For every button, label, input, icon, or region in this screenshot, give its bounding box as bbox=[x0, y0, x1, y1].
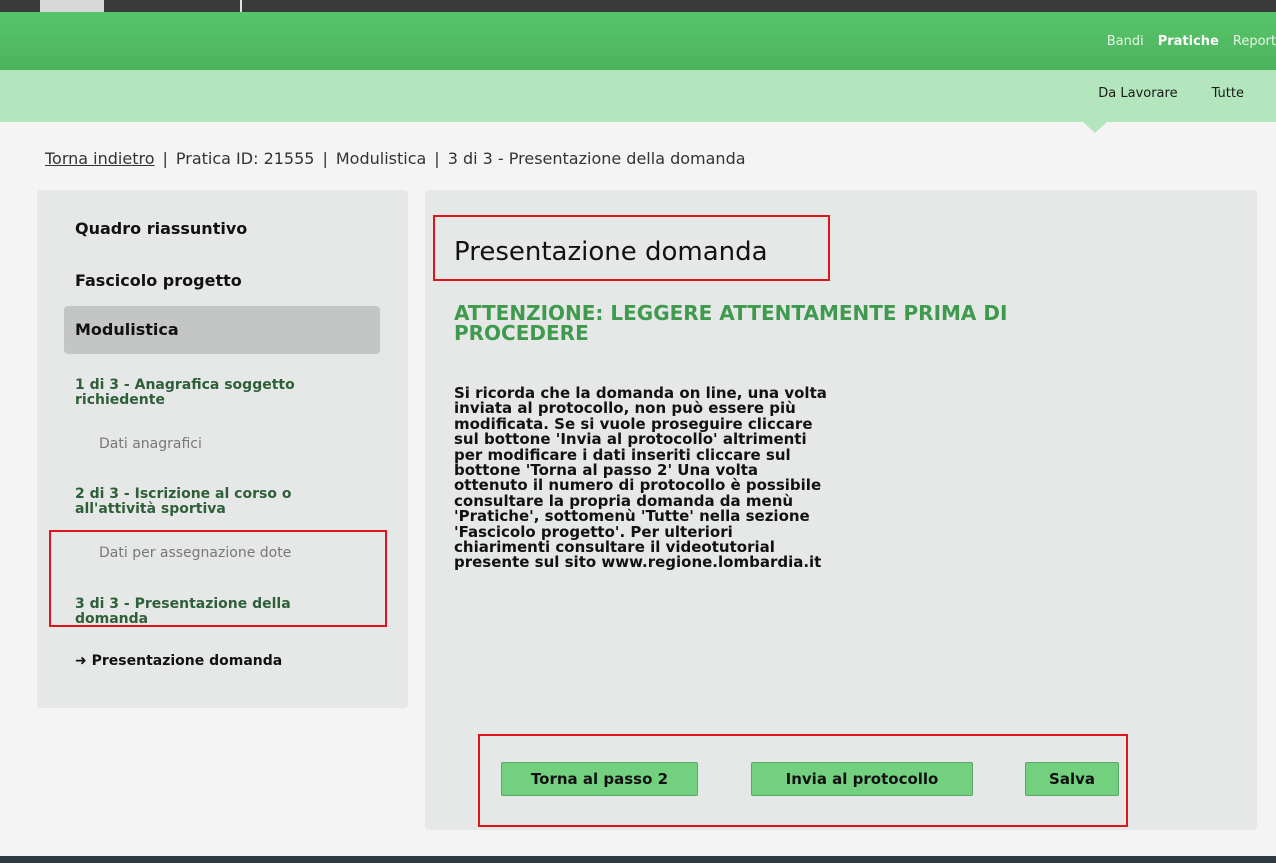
instructions-text: Si ricorda che la domanda on line, una v… bbox=[454, 384, 827, 572]
sidebar-step-2[interactable]: 2 di 3 - Iscrizione al corso o all'attiv… bbox=[75, 487, 355, 517]
highlight-box-buttons bbox=[478, 734, 1128, 827]
breadcrumb-pratica: Pratica ID: 21555 bbox=[175, 149, 315, 168]
active-caret-icon bbox=[1083, 122, 1107, 133]
subnav-item-da-lavorare[interactable]: Da Lavorare bbox=[1098, 86, 1177, 101]
nav-item-report[interactable]: Report bbox=[1233, 34, 1276, 49]
breadcrumb-separator: | bbox=[434, 149, 440, 168]
main-nav: Bandi Pratiche Report bbox=[1107, 34, 1276, 49]
sub-nav-bar bbox=[0, 70, 1276, 122]
sidebar-current-item[interactable]: ➜ Presentazione domanda bbox=[75, 653, 282, 669]
top-strip bbox=[0, 0, 1276, 12]
breadcrumb-section: Modulistica bbox=[335, 149, 427, 168]
sidebar-item-fascicolo[interactable]: Fascicolo progetto bbox=[75, 271, 242, 290]
sidebar-substep-dati-anagrafici[interactable]: Dati anagrafici bbox=[99, 436, 202, 452]
sidebar-item-modulistica[interactable]: Modulistica bbox=[64, 306, 380, 354]
breadcrumb-step: 3 di 3 - Presentazione della domanda bbox=[447, 149, 746, 168]
nav-item-pratiche[interactable]: Pratiche bbox=[1158, 34, 1219, 49]
footer-bar bbox=[0, 856, 1276, 863]
sub-nav: Da Lavorare Tutte bbox=[1098, 86, 1244, 101]
sidebar-current-label: Presentazione domanda bbox=[91, 653, 283, 669]
header-bar bbox=[0, 12, 1276, 70]
subnav-item-tutte[interactable]: Tutte bbox=[1212, 86, 1244, 101]
back-link[interactable]: Torna indietro bbox=[45, 149, 155, 168]
highlight-box-title bbox=[433, 215, 830, 281]
sidebar-item-quadro[interactable]: Quadro riassuntivo bbox=[75, 219, 247, 238]
top-strip-tab[interactable] bbox=[40, 0, 104, 12]
breadcrumb-separator: | bbox=[162, 149, 168, 168]
breadcrumb-separator: | bbox=[322, 149, 328, 168]
nav-item-bandi[interactable]: Bandi bbox=[1107, 34, 1144, 49]
top-strip-divider bbox=[240, 0, 242, 12]
highlight-box-sidebar bbox=[49, 530, 387, 627]
sidebar: Quadro riassuntivo Fascicolo progetto Mo… bbox=[37, 190, 408, 708]
sidebar-step-1[interactable]: 1 di 3 - Anagrafica soggetto richiedente bbox=[75, 378, 355, 408]
sidebar-item-modulistica-label: Modulistica bbox=[75, 320, 179, 339]
warning-heading: ATTENZIONE: LEGGERE ATTENTAMENTE PRIMA D… bbox=[454, 301, 1008, 345]
breadcrumb: Torna indietro | Pratica ID: 21555 | Modulis… bbox=[45, 149, 746, 168]
arrow-right-icon: ➜ bbox=[75, 653, 87, 669]
